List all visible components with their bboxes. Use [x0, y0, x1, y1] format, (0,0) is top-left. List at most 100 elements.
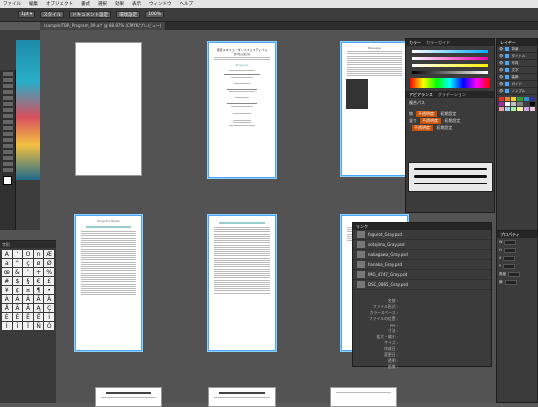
swatch[interactable]	[523, 107, 529, 111]
glyph-cell[interactable]: O	[23, 250, 33, 258]
glyph-cell[interactable]: œ	[2, 268, 12, 276]
line-tool-icon[interactable]	[3, 96, 13, 100]
menu-item[interactable]: ファイル	[3, 1, 21, 7]
opacity-tag[interactable]: 不透明度:	[416, 110, 438, 117]
menu-item[interactable]: オブジェクト	[46, 1, 73, 7]
artboard-notes-2[interactable]	[208, 215, 276, 351]
swatch[interactable]	[505, 97, 511, 101]
glyph-cell[interactable]: §	[23, 277, 33, 285]
appearance-row-stroke[interactable]: 線不透明度: 初期設定	[409, 110, 491, 117]
tab-document[interactable]: (sample)TBR_Program_09.ai* @ 88.87% (CMY…	[40, 22, 166, 30]
layer-row[interactable]: 👁 写真	[497, 60, 537, 67]
prefs-button[interactable]: 環境設定	[116, 11, 141, 18]
eraser-tool-icon[interactable]	[3, 120, 13, 124]
artboard-message[interactable]: Message	[341, 42, 408, 176]
type-tool-icon[interactable]	[3, 90, 13, 94]
glyph-cell[interactable]: •	[44, 286, 54, 294]
glyph-cell[interactable]: Â	[23, 295, 33, 303]
swatch[interactable]	[505, 107, 511, 111]
glyph-cell[interactable]: n	[33, 250, 44, 258]
link-row[interactable]: sotajima_Gray.psd	[353, 240, 491, 250]
zoom-tool-icon[interactable]	[3, 168, 13, 172]
glyph-cell[interactable]: ¤	[23, 286, 33, 294]
glyph-cell[interactable]: "	[12, 259, 23, 267]
tab-gradient[interactable]: グラデーション	[438, 92, 466, 98]
glyph-cell[interactable]: £	[44, 277, 54, 285]
eye-icon[interactable]: 👁	[499, 47, 503, 51]
tab-appearance[interactable]: アピアランス	[409, 92, 433, 98]
glyph-cell[interactable]: a	[2, 259, 12, 267]
swatch[interactable]	[529, 107, 535, 111]
gradient-tool-icon[interactable]	[3, 150, 13, 154]
glyph-cell[interactable]: %	[44, 268, 54, 276]
tab-color-guide[interactable]: カラーガイド	[426, 40, 450, 46]
swatch[interactable]	[517, 107, 523, 111]
glyph-cell[interactable]: '	[23, 268, 33, 276]
glyph-cell[interactable]: &	[12, 268, 23, 276]
glyph-cell[interactable]: ç	[23, 259, 33, 267]
glyph-cell[interactable]: +	[33, 268, 44, 276]
glyph-cell[interactable]: ¢	[12, 286, 23, 294]
eyedropper-tool-icon[interactable]	[3, 156, 13, 160]
stroke-weight-select[interactable]: 1pt ▾	[18, 11, 36, 18]
link-row[interactable]: nakagawa_Gray.psd	[353, 250, 491, 260]
link-row[interactable]: IMG_4747_Gray.psd	[353, 270, 491, 280]
swatch[interactable]	[517, 102, 523, 106]
rotate-tool-icon[interactable]	[3, 126, 13, 130]
link-row[interactable]: fagurot_Gray.psd	[353, 230, 491, 240]
glyph-cell[interactable]: Ą	[33, 304, 44, 312]
swatch[interactable]	[523, 97, 529, 101]
glyph-cell[interactable]: #	[2, 277, 12, 285]
direct-select-tool-icon[interactable]	[3, 78, 13, 82]
selection-tool-icon[interactable]	[3, 72, 13, 76]
layer-row[interactable]: 👁 ガイド	[497, 81, 537, 88]
glyph-cell[interactable]: €	[33, 277, 44, 285]
glyph-cell[interactable]: Æ	[44, 250, 54, 258]
property-input[interactable]	[503, 263, 516, 269]
swatch[interactable]	[499, 97, 505, 101]
eye-icon[interactable]: 👁	[499, 54, 503, 58]
pen-tool-icon[interactable]	[3, 84, 13, 88]
swatch[interactable]	[511, 107, 517, 111]
eye-icon[interactable]: 👁	[499, 82, 503, 86]
swatch[interactable]	[511, 97, 517, 101]
menu-item[interactable]: 書式	[81, 1, 90, 7]
layer-row[interactable]: 👁 装飾	[497, 74, 537, 81]
swatch[interactable]	[517, 97, 523, 101]
layer-row[interactable]: 👁 背景	[497, 46, 537, 53]
color-spectrum[interactable]	[410, 78, 490, 88]
eye-icon[interactable]: 👁	[499, 89, 503, 93]
property-input[interactable]	[504, 279, 517, 285]
menu-item[interactable]: 選択	[98, 1, 107, 7]
menu-item[interactable]: 表示	[132, 1, 141, 7]
glyph-cell[interactable]: Ç	[44, 304, 54, 312]
glyph-cell[interactable]: Å	[2, 304, 12, 312]
swatch[interactable]	[499, 102, 505, 106]
width-tool-icon[interactable]	[3, 138, 13, 142]
slider-k[interactable]	[412, 71, 488, 74]
brush-tool-icon[interactable]	[3, 108, 13, 112]
swatch[interactable]	[529, 102, 535, 106]
eye-icon[interactable]: 👁	[499, 75, 503, 79]
swatch[interactable]	[529, 97, 535, 101]
artboard-notes-1[interactable]: Program Notes	[75, 215, 142, 351]
artboard-page-9[interactable]	[330, 387, 397, 407]
property-input[interactable]	[503, 255, 516, 261]
glyph-cell[interactable]: É	[12, 313, 23, 321]
glyph-cell[interactable]: '	[12, 250, 23, 258]
property-input[interactable]	[504, 239, 517, 245]
opacity-tag[interactable]: 不透明度:	[420, 117, 442, 124]
glyph-cell[interactable]: Î	[12, 322, 23, 330]
glyph-cell[interactable]: A	[2, 250, 12, 258]
glyph-cell[interactable]: Ă	[23, 304, 33, 312]
layer-row[interactable]: 👁 ノンブル	[497, 88, 537, 95]
eye-icon[interactable]: 👁	[499, 61, 503, 65]
scale-tool-icon[interactable]	[3, 132, 13, 136]
slider-c[interactable]	[412, 50, 488, 53]
artboard-cover[interactable]: 東京ユネスコ・ダンスフェスティバル 第1回公演記念 Program	[208, 42, 276, 178]
link-row[interactable]: DSC_0865_Gray.psd	[353, 280, 491, 290]
swatch[interactable]	[505, 102, 511, 106]
rectangle-tool-icon[interactable]	[3, 102, 13, 106]
doc-settings-button[interactable]: ドキュメント設定	[69, 11, 112, 18]
glyph-cell[interactable]: Ò	[44, 322, 54, 330]
